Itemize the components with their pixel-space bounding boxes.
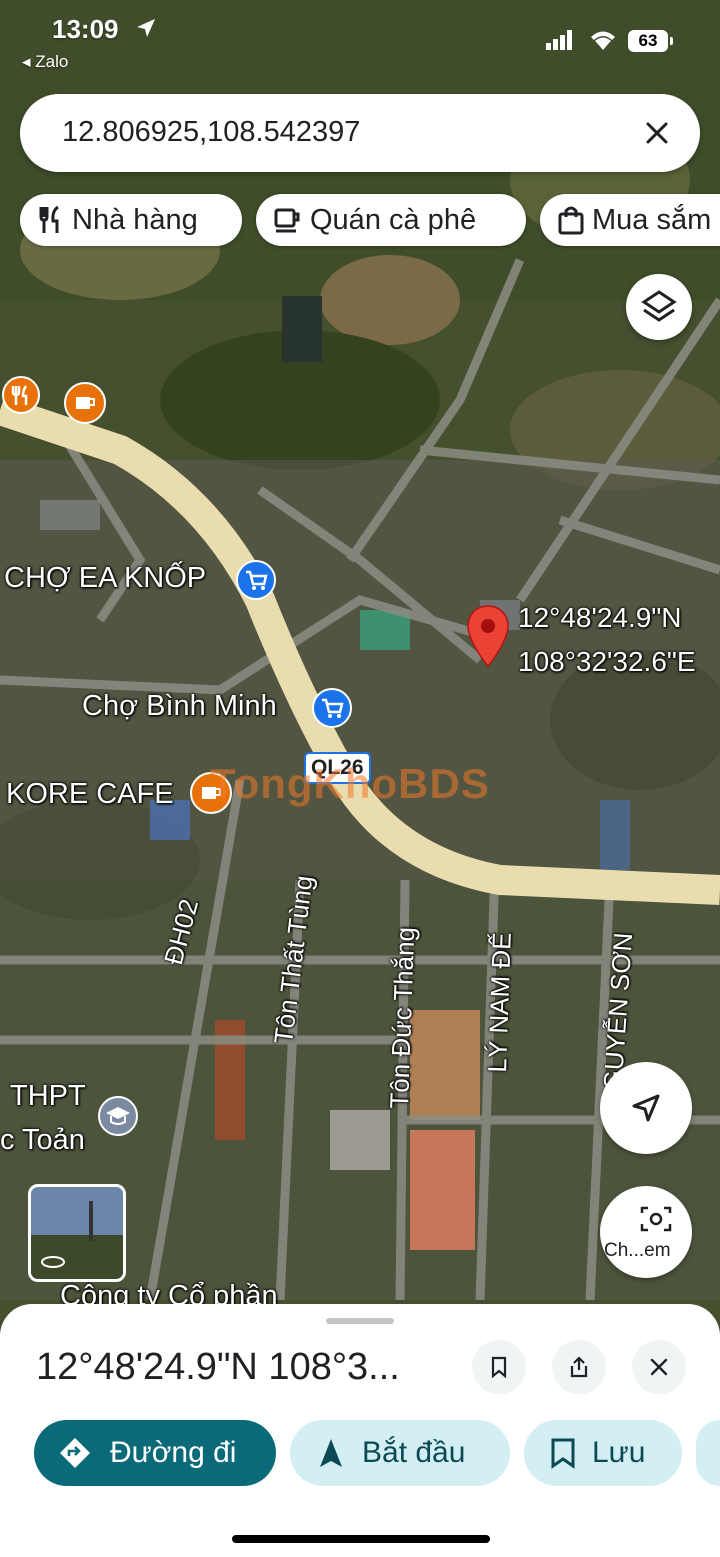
pin-coordinate-lat: 12°48'24.9"N — [518, 602, 682, 633]
search-bar[interactable]: 12.806925,108.542397 — [20, 94, 700, 172]
chip-shopping-label: Mua sắm — [592, 203, 712, 236]
wifi-icon — [591, 31, 615, 50]
directions-icon — [60, 1438, 90, 1468]
watermark: TongKhoBDS — [210, 760, 490, 807]
place-title: 12°48'24.9"N 108°3... — [36, 1346, 400, 1388]
navigation-start-icon — [320, 1439, 342, 1467]
more-actions-button[interactable] — [696, 1420, 720, 1486]
share-button[interactable] — [552, 1340, 606, 1394]
location-pin-icon[interactable] — [464, 604, 512, 670]
start-label: Bắt đầu — [362, 1436, 466, 1469]
close-icon[interactable] — [638, 114, 676, 152]
restaurant-icon — [39, 205, 59, 233]
chip-restaurants-label: Nhà hàng — [72, 203, 198, 236]
home-indicator — [232, 1535, 490, 1543]
shopping-bag-icon — [558, 206, 584, 235]
camera-lens-icon — [640, 1206, 672, 1232]
close-icon — [650, 1358, 668, 1376]
street-view-thumbnail[interactable] — [28, 1184, 126, 1282]
battery-indicator: 63 — [628, 30, 668, 52]
bookmark-icon — [491, 1356, 507, 1379]
place-label-cho-ea-knop[interactable]: CHỢ EA KNỐP — [4, 562, 206, 595]
shopping-cart-icon[interactable] — [312, 688, 352, 728]
status-bar: 13:09 ◂ Zalo 63 — [0, 0, 720, 80]
place-label-school-line2[interactable]: c Toản — [0, 1124, 85, 1157]
back-to-app-link[interactable]: ◂ Zalo — [22, 52, 68, 72]
directions-button[interactable]: Đường đi — [34, 1420, 276, 1486]
street-label-ly-nam-de: LÝ NAM ĐẾ — [482, 931, 517, 1074]
save-button[interactable]: Lưu — [524, 1420, 682, 1486]
location-arrow-icon — [137, 19, 155, 37]
restaurant-icon — [11, 385, 28, 405]
google-lens-button[interactable]: Ch...em — [600, 1186, 692, 1278]
chip-restaurants[interactable]: Nhà hàng — [20, 194, 242, 246]
recenter-button[interactable] — [600, 1062, 692, 1154]
directions-label: Đường đi — [110, 1436, 237, 1469]
close-sheet-button[interactable] — [632, 1340, 686, 1394]
coffee-icon — [274, 208, 300, 233]
save-label: Lưu — [592, 1436, 646, 1469]
layers-icon — [641, 290, 677, 322]
place-bottom-sheet[interactable]: 12°48'24.9"N 108°3... Đường đi Bắt đầu L… — [0, 1304, 720, 1557]
chip-coffee-label: Quán cà phê — [310, 203, 477, 236]
place-label-cho-binh-minh[interactable]: Chợ Bình Minh — [82, 690, 277, 723]
share-icon — [570, 1356, 588, 1378]
cellular-signal-icon — [546, 30, 572, 50]
sheet-drag-handle[interactable] — [326, 1318, 394, 1324]
shopping-cart-icon[interactable] — [236, 560, 276, 600]
cafe-poi-marker[interactable] — [64, 382, 106, 424]
place-label-kore-cafe[interactable]: KORE CAFE — [6, 778, 174, 811]
rotate-360-icon — [41, 1256, 65, 1268]
navigation-arrow-icon — [632, 1094, 660, 1122]
place-label-school-line1[interactable]: THPT — [10, 1080, 86, 1113]
school-icon[interactable] — [98, 1096, 138, 1136]
lens-label: Ch...em — [604, 1240, 671, 1261]
save-bookmark-button[interactable] — [472, 1340, 526, 1394]
chip-shopping[interactable]: Mua sắm — [540, 194, 720, 246]
status-time: 13:09 — [52, 14, 119, 44]
chip-coffee[interactable]: Quán cà phê — [256, 194, 526, 246]
coffee-icon — [76, 397, 95, 409]
street-label-ton-duc-thang: Tôn Đức Thắng — [384, 926, 421, 1110]
layers-button[interactable] — [626, 274, 692, 340]
battery-tip — [670, 37, 673, 45]
pin-coordinate-lng: 108°32'32.6"E — [518, 646, 696, 677]
restaurant-poi-marker[interactable] — [2, 376, 40, 414]
bookmark-icon — [551, 1438, 575, 1469]
search-query[interactable]: 12.806925,108.542397 — [62, 116, 360, 149]
start-button[interactable]: Bắt đầu — [290, 1420, 510, 1486]
